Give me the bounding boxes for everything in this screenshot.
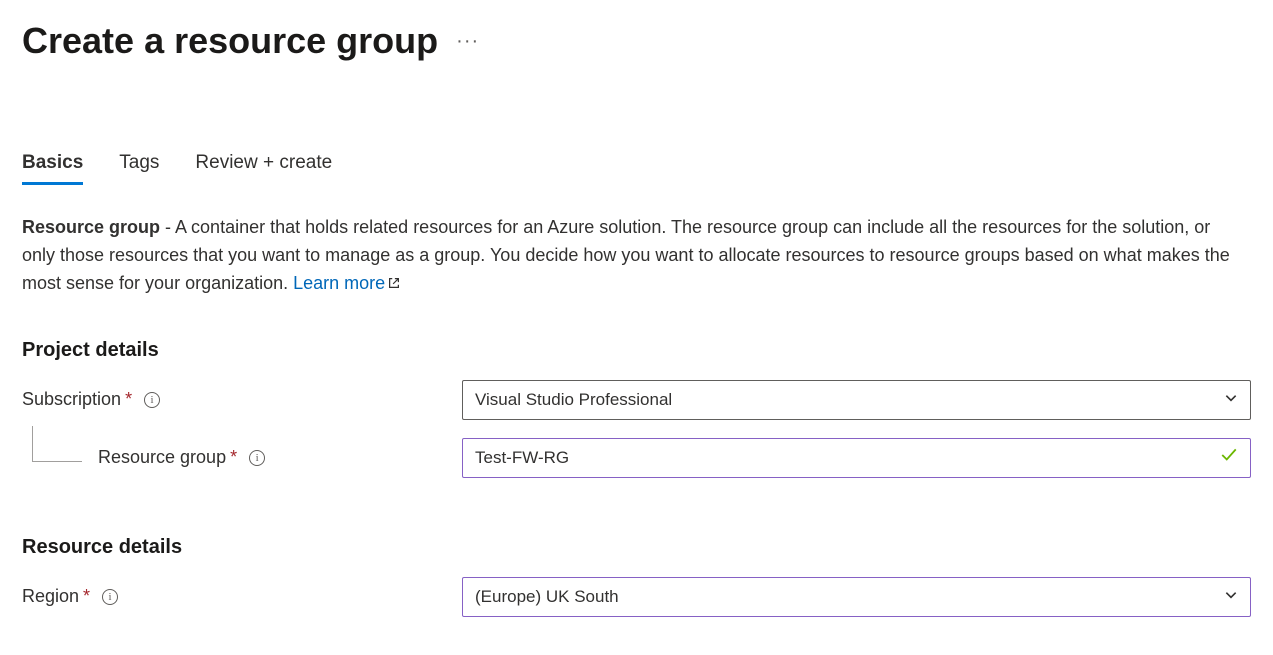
learn-more-link[interactable]: Learn more (293, 273, 385, 293)
section-project-heading: Project details (22, 339, 1251, 362)
description-bold: Resource group (22, 217, 160, 237)
resource-group-input-wrapper (462, 438, 1251, 478)
info-icon[interactable]: i (249, 450, 265, 466)
info-icon[interactable]: i (144, 392, 160, 408)
row-resource-group: Resource group * i (22, 438, 1251, 478)
tab-basics[interactable]: Basics (22, 152, 83, 185)
required-asterisk: * (125, 389, 132, 410)
subscription-value: Visual Studio Professional (475, 390, 672, 410)
region-value: (Europe) UK South (475, 587, 619, 607)
tab-review-create[interactable]: Review + create (195, 152, 332, 185)
tree-indent-line (32, 426, 82, 462)
label-region: Region * i (22, 586, 462, 607)
section-resource-heading: Resource details (22, 536, 1251, 559)
more-actions-icon[interactable]: ··· (456, 30, 479, 53)
check-icon (1220, 446, 1238, 470)
label-subscription: Subscription * i (22, 389, 462, 410)
region-select[interactable]: (Europe) UK South (462, 577, 1251, 617)
subscription-label-text: Subscription (22, 389, 121, 410)
chevron-down-icon (1224, 391, 1238, 408)
description-text: Resource group - A container that holds … (22, 214, 1242, 299)
subscription-select[interactable]: Visual Studio Professional (462, 380, 1251, 420)
required-asterisk: * (83, 586, 90, 607)
required-asterisk: * (230, 447, 237, 468)
region-label-text: Region (22, 586, 79, 607)
tab-tags[interactable]: Tags (119, 152, 159, 185)
chevron-down-icon (1224, 588, 1238, 605)
tab-strip: Basics Tags Review + create (22, 152, 1251, 186)
label-resource-group: Resource group * i (22, 447, 462, 468)
page-title: Create a resource group (22, 20, 438, 62)
resource-group-label-text: Resource group (98, 447, 226, 468)
row-region: Region * i (Europe) UK South (22, 577, 1251, 617)
page-header: Create a resource group ··· (22, 20, 1251, 62)
description-body: - A container that holds related resourc… (22, 217, 1230, 293)
external-link-icon (387, 271, 401, 299)
info-icon[interactable]: i (102, 589, 118, 605)
resource-group-input[interactable] (475, 448, 1220, 468)
row-subscription: Subscription * i Visual Studio Professio… (22, 380, 1251, 420)
